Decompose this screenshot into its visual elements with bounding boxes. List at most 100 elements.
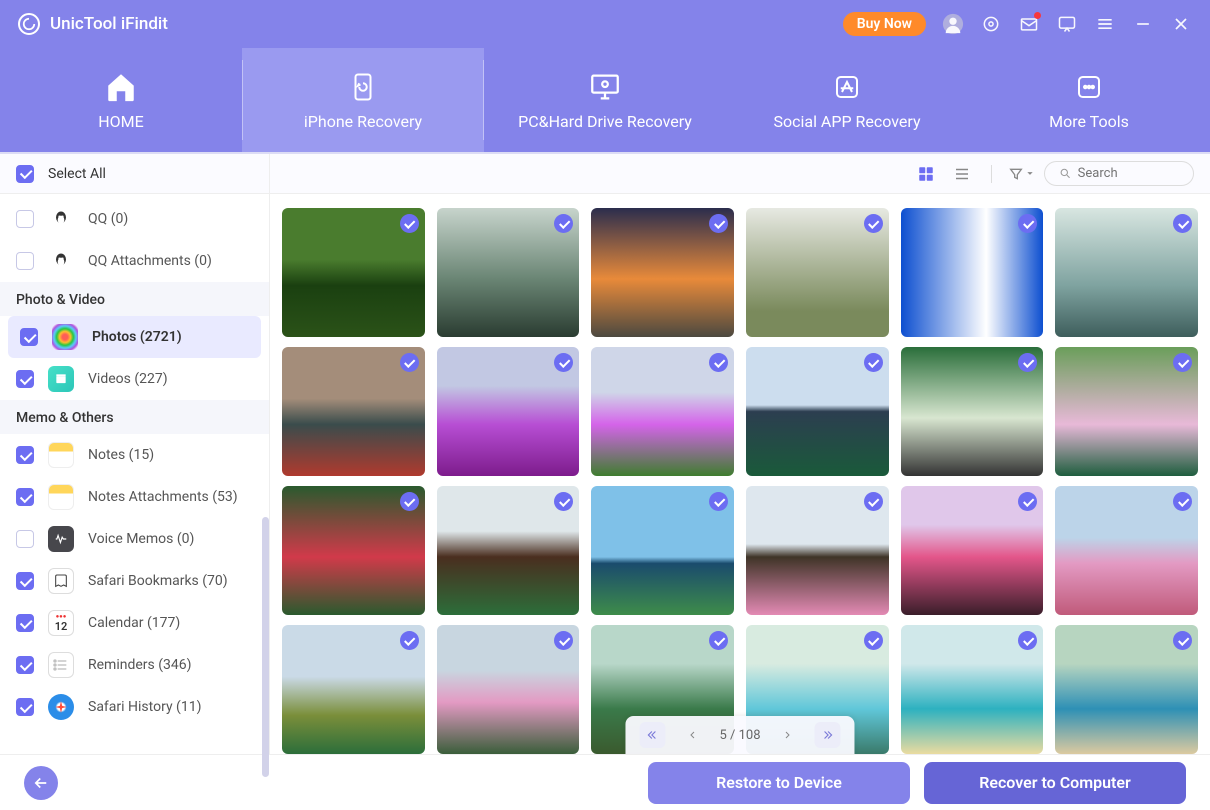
item-label: Reminders (346) — [88, 657, 253, 673]
sidebar-item[interactable]: Notes Attachments (53) — [0, 476, 269, 518]
thumb-checked-icon — [1018, 353, 1037, 372]
pager: 5 / 108 — [625, 716, 854, 754]
photo-thumbnail[interactable] — [591, 347, 734, 476]
sidebar-scrollbar[interactable] — [262, 517, 269, 777]
nav-tabs: HOME iPhone Recovery PC&Hard Drive Recov… — [0, 48, 1210, 154]
voice-icon — [48, 526, 74, 552]
item-checkbox[interactable] — [16, 530, 34, 548]
tab-label: HOME — [98, 112, 143, 131]
search-input[interactable] — [1078, 166, 1179, 181]
videos-icon — [48, 366, 74, 392]
photo-thumbnail[interactable] — [746, 208, 889, 337]
photo-thumbnail[interactable] — [901, 625, 1044, 754]
sidebar-item[interactable]: Notes (15) — [0, 434, 269, 476]
photo-thumbnail[interactable] — [1055, 208, 1198, 337]
item-checkbox[interactable] — [16, 370, 34, 388]
thumb-checked-icon — [864, 353, 883, 372]
photo-thumbnail[interactable] — [282, 486, 425, 615]
item-label: QQ (0) — [88, 211, 253, 227]
view-grid-icon[interactable] — [913, 161, 939, 187]
tab-more-tools[interactable]: More Tools — [968, 48, 1210, 152]
photo-thumbnail[interactable] — [282, 208, 425, 337]
pager-last-button[interactable] — [815, 722, 841, 748]
sidebar: Select All QQ (0) QQ Attachments (0) Photo… — [0, 154, 270, 754]
pager-next-button[interactable] — [775, 722, 801, 748]
sidebar-item[interactable]: ●●●12Calendar (177) — [0, 602, 269, 644]
thumb-checked-icon — [864, 631, 883, 650]
photo-thumbnail[interactable] — [437, 486, 580, 615]
photo-thumbnail[interactable] — [282, 625, 425, 754]
photo-thumbnail[interactable] — [282, 347, 425, 476]
item-label: Safari History (11) — [88, 699, 253, 715]
app-logo-icon — [18, 13, 40, 35]
sidebar-item[interactable]: Safari Bookmarks (70) — [0, 560, 269, 602]
photo-thumbnail[interactable] — [591, 486, 734, 615]
appstore-icon — [832, 70, 862, 104]
pager-prev-button[interactable] — [679, 722, 705, 748]
user-avatar-icon[interactable] — [942, 13, 964, 35]
close-icon[interactable] — [1170, 13, 1192, 35]
settings-icon[interactable] — [980, 13, 1002, 35]
sidebar-item[interactable]: QQ (0) — [0, 198, 269, 240]
item-checkbox[interactable] — [16, 698, 34, 716]
item-checkbox[interactable] — [16, 210, 34, 228]
item-checkbox[interactable] — [16, 252, 34, 270]
photo-thumbnail[interactable] — [901, 208, 1044, 337]
feedback-icon[interactable] — [1056, 13, 1078, 35]
photo-thumbnail[interactable] — [1055, 486, 1198, 615]
select-all-row[interactable]: Select All — [0, 154, 269, 194]
thumb-checked-icon — [1173, 214, 1192, 233]
thumb-checked-icon — [554, 214, 573, 233]
minimize-icon[interactable] — [1132, 13, 1154, 35]
item-checkbox[interactable] — [16, 446, 34, 464]
item-checkbox[interactable] — [20, 328, 38, 346]
menu-icon[interactable] — [1094, 13, 1116, 35]
filter-icon[interactable] — [1008, 161, 1034, 187]
thumb-checked-icon — [709, 492, 728, 511]
item-label: Calendar (177) — [88, 615, 253, 631]
item-checkbox[interactable] — [16, 656, 34, 674]
photo-thumbnail[interactable] — [437, 347, 580, 476]
search-box[interactable] — [1044, 161, 1194, 186]
photo-thumbnail[interactable] — [901, 347, 1044, 476]
sidebar-item[interactable]: Videos (227) — [0, 358, 269, 400]
tab-home[interactable]: HOME — [0, 48, 242, 152]
sidebar-item[interactable]: Voice Memos (0) — [0, 518, 269, 560]
photo-thumbnail[interactable] — [901, 486, 1044, 615]
item-label: Photos (2721) — [92, 329, 249, 345]
photo-thumbnail[interactable] — [437, 625, 580, 754]
sidebar-item[interactable]: QQ Attachments (0) — [0, 240, 269, 282]
buy-now-button[interactable]: Buy Now — [843, 12, 926, 36]
thumb-checked-icon — [709, 353, 728, 372]
photo-thumbnail[interactable] — [746, 347, 889, 476]
view-list-icon[interactable] — [949, 161, 975, 187]
thumb-checked-icon — [554, 492, 573, 511]
sidebar-item[interactable]: Reminders (346) — [0, 644, 269, 686]
recover-to-computer-button[interactable]: Recover to Computer — [924, 762, 1186, 804]
tab-label: PC&Hard Drive Recovery — [518, 112, 692, 131]
photo-grid: 5 / 108 — [270, 194, 1210, 754]
item-label: Safari Bookmarks (70) — [88, 573, 253, 589]
sidebar-item[interactable]: Safari History (11) — [0, 686, 269, 728]
photo-thumbnail[interactable] — [1055, 347, 1198, 476]
photo-thumbnail[interactable] — [1055, 625, 1198, 754]
tab-social-recovery[interactable]: Social APP Recovery — [726, 48, 968, 152]
sidebar-item[interactable]: Photos (2721) — [8, 316, 261, 358]
category-header: Memo & Others — [0, 400, 269, 434]
item-checkbox[interactable] — [16, 488, 34, 506]
pager-first-button[interactable] — [639, 722, 665, 748]
item-checkbox[interactable] — [16, 572, 34, 590]
phone-refresh-icon — [348, 70, 378, 104]
photo-thumbnail[interactable] — [746, 486, 889, 615]
mail-icon[interactable] — [1018, 13, 1040, 35]
item-checkbox[interactable] — [16, 614, 34, 632]
thumb-checked-icon — [1018, 492, 1037, 511]
select-all-checkbox[interactable] — [16, 165, 34, 183]
tab-iphone-recovery[interactable]: iPhone Recovery — [242, 48, 484, 152]
tab-pc-recovery[interactable]: PC&Hard Drive Recovery — [484, 48, 726, 152]
thumb-checked-icon — [554, 631, 573, 650]
back-button[interactable] — [24, 766, 58, 800]
restore-to-device-button[interactable]: Restore to Device — [648, 762, 910, 804]
photo-thumbnail[interactable] — [437, 208, 580, 337]
photo-thumbnail[interactable] — [591, 208, 734, 337]
